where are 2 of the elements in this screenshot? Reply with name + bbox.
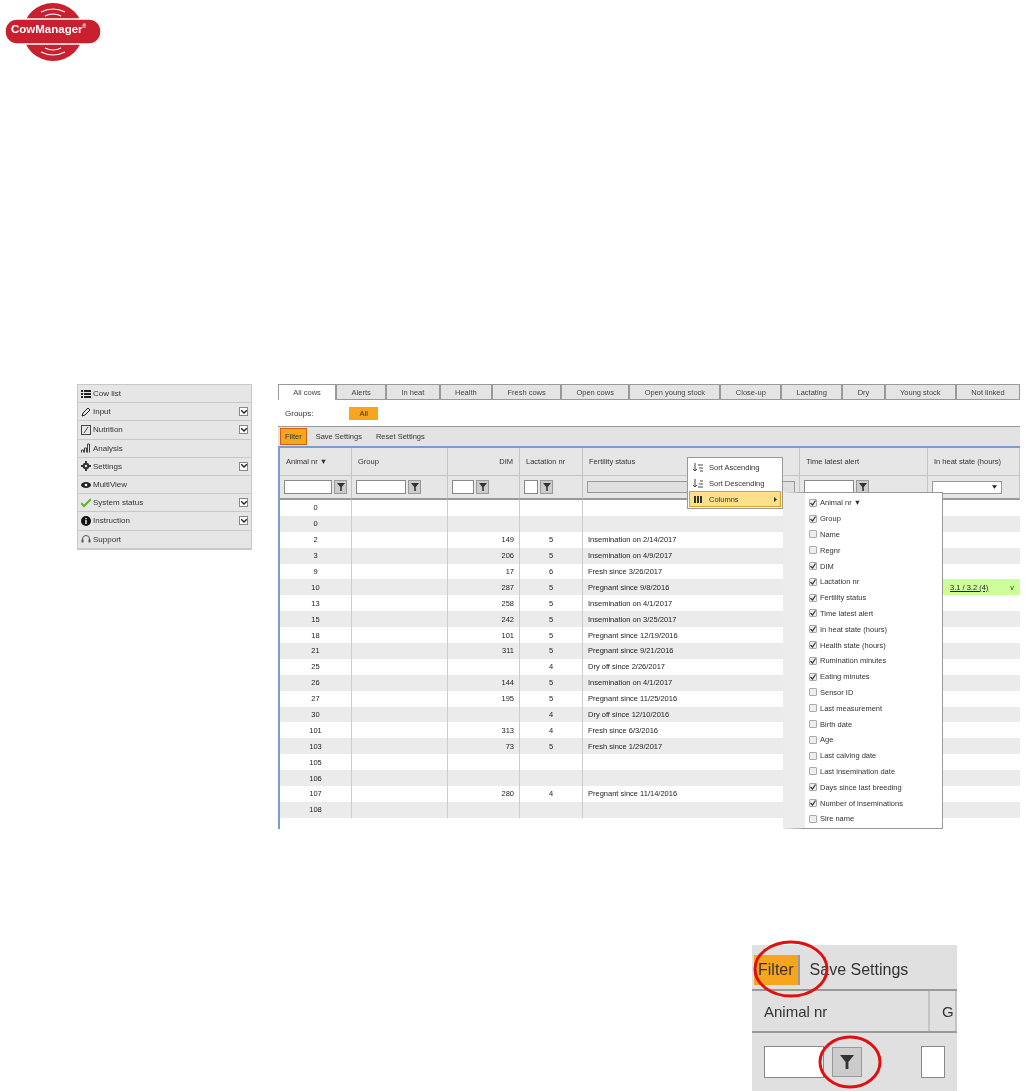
groups-label: Groups: [285,408,314,418]
logo-text: CowManager$^{®}$ [11,23,87,35]
